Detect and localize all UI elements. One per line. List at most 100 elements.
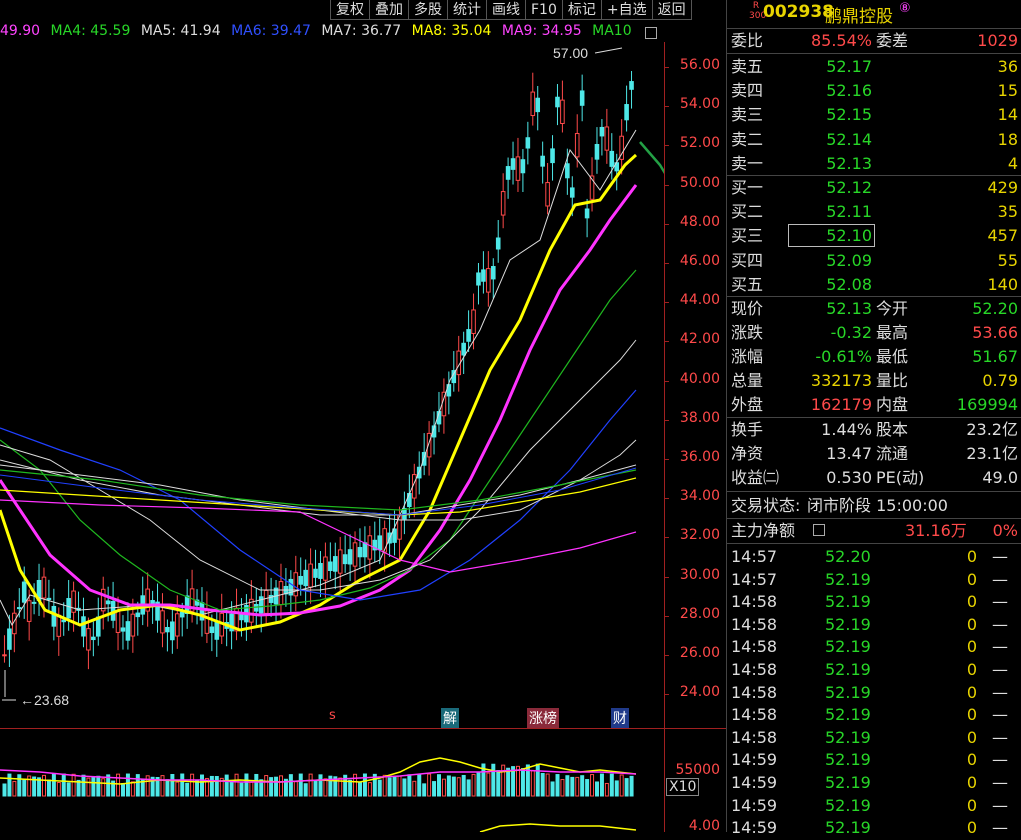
volume-bar — [318, 774, 323, 797]
candle-body — [135, 612, 141, 618]
volume-bar — [397, 775, 402, 797]
ma-legend-item: MA8: 35.04 — [411, 23, 492, 39]
tb-mark-button[interactable]: 标记 — [561, 0, 601, 20]
candle-body — [476, 272, 481, 286]
volume-bar — [506, 767, 511, 797]
main-flow-icon[interactable] — [813, 524, 825, 536]
book-row[interactable]: 卖五 52.17 36 — [727, 55, 1021, 79]
candle-body — [160, 610, 165, 634]
quote-panel: R 300 002938 鹏鼎控股 ⑧ 委比 85.54% 委差 1029 卖五… — [726, 0, 1021, 837]
quote-value-2: 52.20 — [972, 299, 1018, 318]
tb-back-button[interactable]: 返回 — [651, 0, 692, 20]
legend-toggle-icon[interactable] — [645, 27, 657, 39]
candle-body — [56, 614, 62, 637]
candle-body — [510, 158, 516, 170]
volume-bar — [81, 774, 86, 797]
candle-body — [318, 562, 323, 579]
fund-label-2: 股本 — [876, 420, 909, 439]
volume-bar — [279, 775, 283, 797]
candle-body — [515, 156, 521, 181]
book-row[interactable]: 卖二 52.14 18 — [727, 128, 1021, 152]
book-row[interactable]: 卖一 52.13 4 — [727, 152, 1021, 176]
book-level-label: 卖一 — [731, 153, 764, 173]
tb-draw-line-button[interactable]: 画线 — [486, 0, 525, 20]
volume-bar — [377, 779, 382, 797]
stock-header: R 300 002938 鹏鼎控股 ⑧ — [727, 0, 1021, 29]
tick-price: 52.19 — [825, 773, 871, 792]
drawn-trendline[interactable] — [639, 141, 664, 408]
high-marker: 57.00 — [553, 45, 623, 61]
candle-body — [71, 590, 76, 613]
candle-body — [130, 613, 136, 637]
tick-volume: 0 — [966, 795, 977, 815]
book-row[interactable]: 买五 52.08 140 — [727, 273, 1021, 297]
tick-direction: — — [992, 547, 1008, 566]
volume-bar — [323, 778, 328, 797]
volume-bar — [609, 773, 614, 797]
book-level-label: 买三 — [731, 226, 764, 246]
ma-legend: 49.90 MA4: 45.59 MA5: 41.94 MA6: 39.47 M… — [0, 20, 638, 42]
fund-value: 1.44% — [821, 420, 872, 439]
quote-value-2: 0.79 — [982, 371, 1018, 390]
volume-bar — [71, 773, 76, 797]
tick-time: 14:58 — [731, 637, 778, 657]
quote-label: 涨跌 — [731, 323, 764, 342]
volume-bar — [214, 776, 219, 797]
volume-bar — [91, 776, 96, 797]
event-tag-unlock[interactable]: 解 — [441, 708, 459, 728]
candle-body — [91, 636, 96, 641]
book-row[interactable]: 卖三 52.15 14 — [727, 103, 1021, 127]
tb-fuquan-button[interactable]: 复权 — [330, 0, 369, 20]
price-axis-tick — [664, 655, 669, 656]
tick-row: 14:58 52.19 0 — — [727, 682, 1021, 705]
volume-bar — [585, 779, 590, 797]
tick-price: 52.19 — [825, 614, 871, 634]
volume-bar — [520, 768, 525, 797]
trade-state-value: 闭市阶段 15:00:00 — [807, 496, 948, 515]
tb-overlay-button[interactable]: 叠加 — [369, 0, 408, 20]
tb-add-watchlist-button[interactable]: +自选 — [600, 0, 652, 20]
badge-bottom: 300 — [749, 11, 767, 21]
book-row[interactable]: 买一 52.12 429 — [727, 176, 1021, 200]
volume-bar — [456, 777, 461, 797]
candle-body — [115, 610, 121, 633]
quote-row: 总量 332173 量比 0.79 — [727, 369, 1021, 393]
quote-label-2: 今开 — [876, 299, 909, 318]
volume-bar — [175, 781, 180, 797]
volume-bar — [125, 773, 130, 797]
candle-body — [594, 143, 600, 160]
candle-body — [545, 182, 550, 207]
tick-row: 14:58 52.19 0 — — [727, 614, 1021, 637]
fund-value: 13.47 — [826, 444, 872, 463]
candle-body — [624, 104, 629, 121]
event-tag-limit-up[interactable]: 涨榜 — [527, 708, 559, 728]
tick-volume: 0 — [966, 682, 977, 702]
book-qty: 18 — [997, 129, 1018, 149]
tb-f10-button[interactable]: F10 — [525, 0, 562, 20]
tick-price: 52.19 — [825, 637, 871, 657]
candle-body — [565, 163, 570, 179]
book-row[interactable]: 买二 52.11 35 — [727, 200, 1021, 224]
event-tag-finance[interactable]: 财 — [611, 708, 629, 728]
tick-direction: — — [992, 795, 1008, 815]
ma-line — [0, 184, 638, 617]
stock-name[interactable]: 鹏鼎控股 — [825, 2, 893, 27]
quote-label-2: 量比 — [876, 371, 909, 390]
event-tag-s[interactable]: s — [329, 708, 336, 723]
tick-row: 14:57 52.19 0 — — [727, 569, 1021, 592]
tb-statistics-button[interactable]: 统计 — [447, 0, 486, 20]
candle-body — [174, 613, 180, 637]
price-axis-label: 36.00 — [679, 449, 720, 465]
kline-chart[interactable]: 57.00 ←23.68 — [0, 42, 664, 730]
volume-chart[interactable] — [0, 730, 664, 832]
indicator-line — [479, 823, 637, 832]
book-row[interactable]: 买四 52.09 55 — [727, 249, 1021, 273]
price-axis-label: 34.00 — [679, 488, 720, 505]
tick-row: 14:59 52.19 0 — — [727, 795, 1021, 818]
book-row[interactable]: 卖四 52.16 15 — [727, 79, 1021, 103]
fund-row: 收益㈡ 0.530 PE(动) 49.0 — [727, 466, 1021, 490]
quote-value: 162179 — [810, 395, 872, 414]
low-marker: ←23.68 — [2, 670, 69, 708]
tb-multi-stock-button[interactable]: 多股 — [408, 0, 447, 20]
candle-body — [560, 99, 565, 124]
